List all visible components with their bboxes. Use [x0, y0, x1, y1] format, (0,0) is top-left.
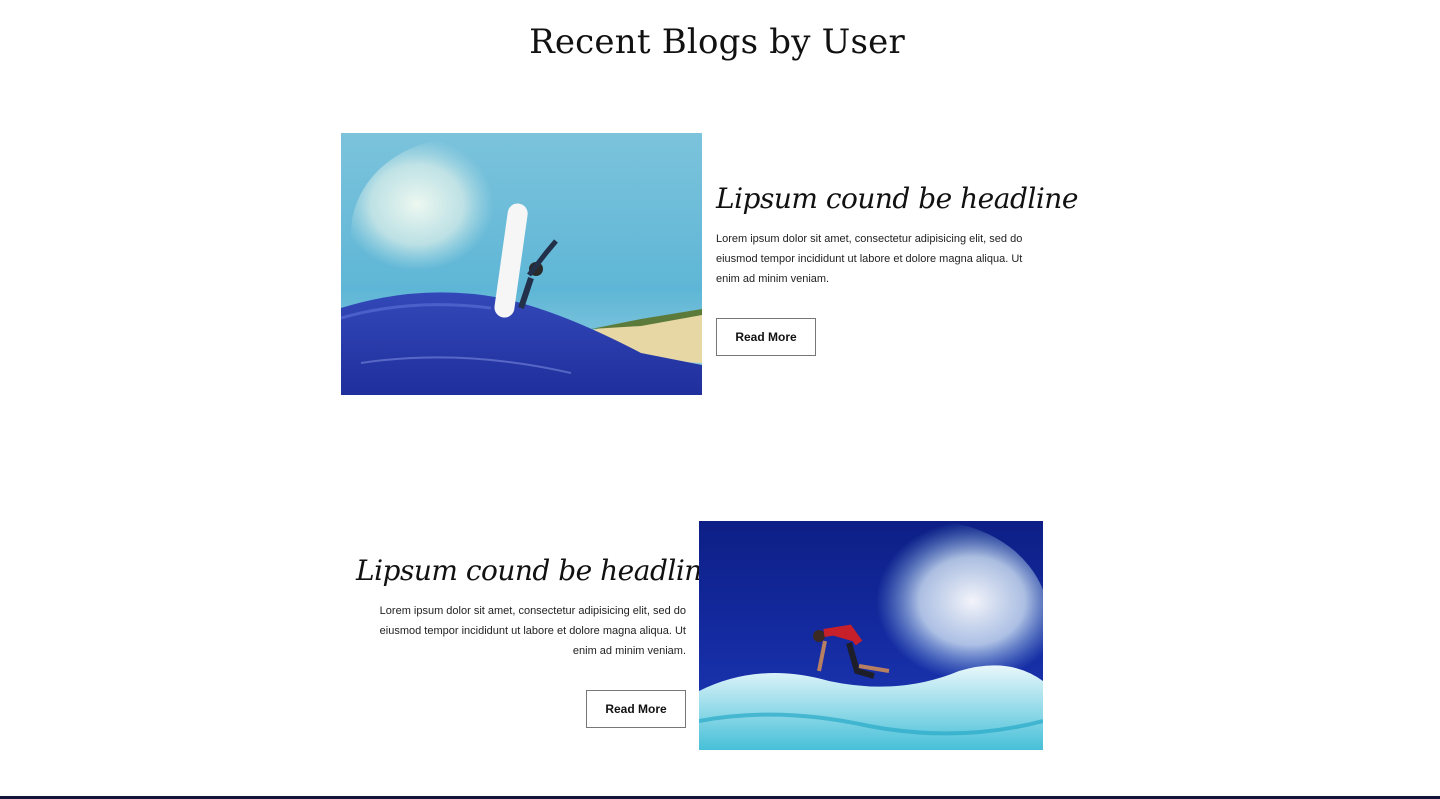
- post-2-read-more-button[interactable]: Read More: [586, 690, 686, 728]
- post-1-content: Lipsum cound be headline Lorem ipsum dol…: [716, 182, 1078, 289]
- section-title: Recent Blogs by User: [529, 22, 905, 62]
- post-1-image[interactable]: [341, 133, 702, 395]
- blog-page: Recent Blogs by User Lipsum cound be hea…: [0, 0, 1440, 799]
- post-2-image[interactable]: [699, 521, 1043, 750]
- post-2-headline[interactable]: Lipsum cound be headline: [356, 554, 718, 587]
- post-2-content: Lipsum cound be headline Lorem ipsum dol…: [356, 554, 718, 661]
- post-2-excerpt: Lorem ipsum dolor sit amet, consectetur …: [379, 605, 686, 657]
- post-1-headline[interactable]: Lipsum cound be headline: [716, 182, 1078, 215]
- post-1-read-more-button[interactable]: Read More: [716, 318, 816, 356]
- post-1-excerpt: Lorem ipsum dolor sit amet, consectetur …: [716, 233, 1023, 285]
